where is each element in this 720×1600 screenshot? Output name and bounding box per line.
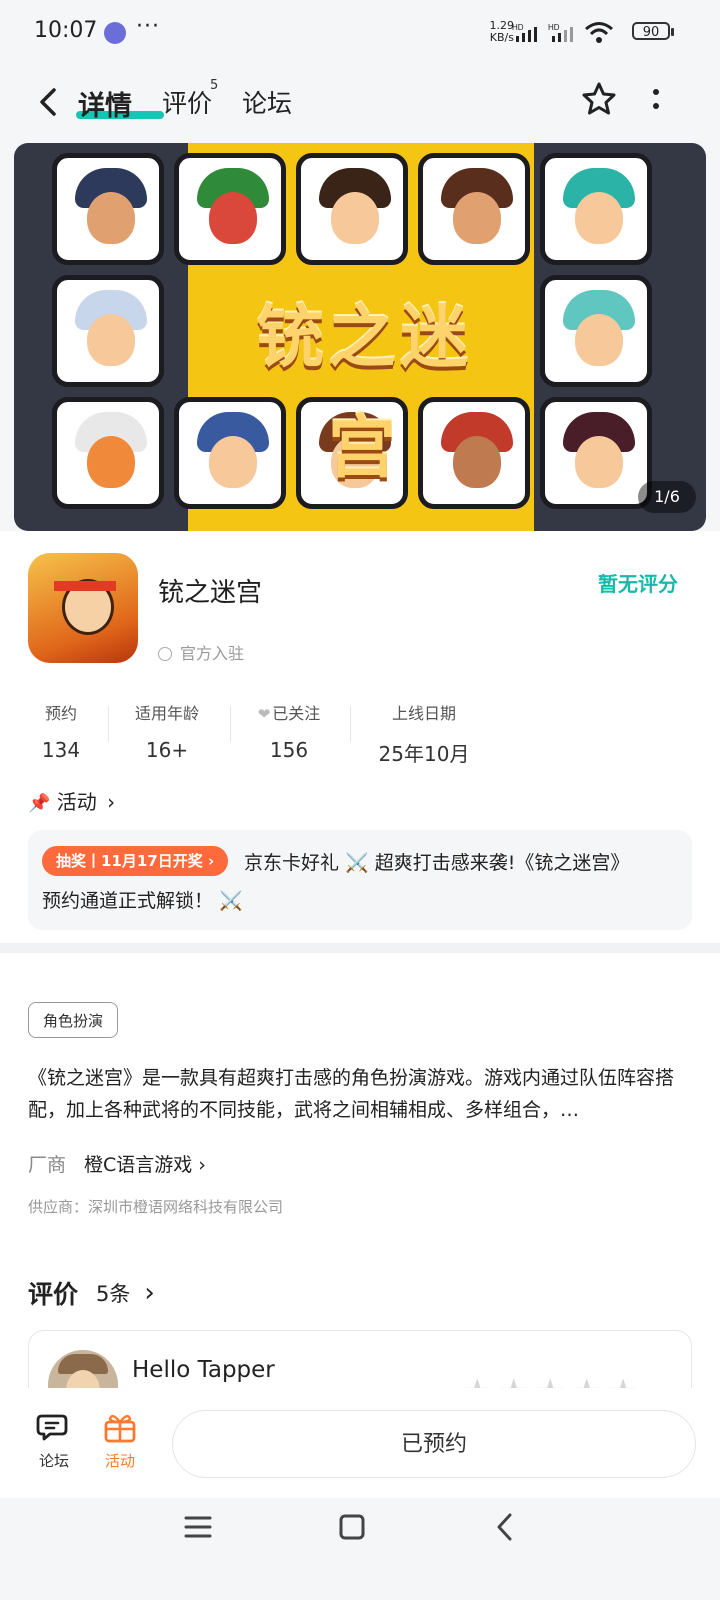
- stat-reservations: 预约 134: [6, 700, 116, 762]
- svg-text:HD: HD: [512, 23, 524, 32]
- chevron-right-icon: ›: [144, 1278, 155, 1308]
- reviews-count-link[interactable]: 5条 ›: [96, 1278, 155, 1308]
- stat-followers: ❤ 已关注 156: [234, 700, 344, 762]
- stat-value: 16+: [145, 738, 189, 762]
- hero-portrait: [540, 275, 652, 387]
- developer-link[interactable]: 厂商 橙C语言游戏 ›: [28, 1150, 206, 1177]
- game-description[interactable]: 《铳之迷宫》是一款具有超爽打击感的角色扮演游戏。游戏内通过队伍阵容搭配，加上各种…: [28, 1062, 694, 1126]
- hero-portrait: [174, 397, 286, 509]
- status-bar: 10:07 ··· 1.29 KB/s HD HD 90: [0, 0, 720, 66]
- activity-section-link[interactable]: 📌 活动 ›: [28, 786, 115, 815]
- rating-status: 暂无评分: [598, 572, 678, 596]
- network-speed-unit: KB/s: [489, 31, 514, 44]
- favorite-star-icon[interactable]: [580, 80, 618, 118]
- activity-label: 活动: [104, 1452, 135, 1470]
- more-options-icon[interactable]: [648, 84, 664, 116]
- section-gap: [0, 943, 720, 953]
- home-icon[interactable]: [338, 1513, 366, 1541]
- pin-icon: 📌: [28, 793, 51, 814]
- game-title-art: 铳之迷宫: [255, 298, 472, 488]
- check-circle-icon: [158, 647, 172, 661]
- hero-portrait: [296, 153, 408, 265]
- carousel-pager: 1/6: [638, 481, 696, 513]
- hero-portrait: [540, 397, 652, 509]
- signal-icon: HD: [512, 23, 537, 42]
- svg-text:HD: HD: [548, 23, 560, 32]
- network-speed: 1.29 KB/s: [482, 20, 515, 44]
- wifi-icon: [585, 22, 613, 43]
- stat-label: 适用年龄: [134, 704, 199, 723]
- activity-card[interactable]: [28, 830, 692, 930]
- hero-portrait: [418, 153, 530, 265]
- stat-value: 134: [41, 738, 81, 762]
- reviewer-name: Hello Tapper: [132, 1357, 275, 1383]
- developer-name: 橙C语言游戏: [84, 1154, 193, 1176]
- genre-tag[interactable]: 角色扮演: [28, 1002, 119, 1038]
- developer-label: 厂商: [28, 1154, 67, 1176]
- menu-icon[interactable]: [184, 1514, 212, 1540]
- system-back-icon[interactable]: [494, 1512, 516, 1542]
- supplier-info: 供应商：深圳市橙语网络科技有限公司: [28, 1198, 284, 1216]
- hero-portrait: [52, 153, 164, 265]
- battery-icon: 90: [632, 22, 674, 40]
- tab-reviews[interactable]: 评价: [162, 84, 212, 120]
- forum-icon: [36, 1414, 68, 1441]
- reviews-heading[interactable]: 评价: [28, 1275, 78, 1311]
- divider: [350, 706, 351, 742]
- tab-reviews-badge: 5: [210, 78, 219, 93]
- chevron-right-icon: ›: [198, 1154, 206, 1176]
- official-badge: 官方入驻: [158, 640, 244, 664]
- forum-button[interactable]: 论坛: [24, 1410, 84, 1471]
- screenshot-carousel[interactable]: 铳之迷宫 1/6: [14, 143, 706, 531]
- stat-value: 25年10月: [378, 742, 470, 766]
- hero-portrait: [540, 153, 652, 265]
- app-icon: [28, 553, 138, 663]
- reviews-count: 5条: [96, 1282, 131, 1306]
- official-label: 官方入驻: [180, 644, 245, 663]
- stat-age-rating: 适用年龄 16+: [112, 700, 222, 762]
- hero-portrait: [418, 397, 530, 509]
- stat-release-date: 上线日期 25年10月: [364, 700, 484, 767]
- activity-text-line1: 京东卡好礼 ⚔️ 超爽打击感来袭!《铳之迷宫》: [244, 852, 630, 874]
- back-icon[interactable]: [34, 84, 64, 120]
- hero-portrait: [52, 275, 164, 387]
- stat-label: 已关注: [272, 704, 321, 723]
- forum-label: 论坛: [38, 1452, 69, 1470]
- activity-heading: 活动: [56, 790, 97, 814]
- app-name: 铳之迷宫: [158, 578, 263, 608]
- hero-portrait: [52, 397, 164, 509]
- stat-label: 预约: [44, 704, 77, 723]
- stat-label: 上线日期: [391, 704, 456, 723]
- status-time: 10:07: [34, 18, 98, 43]
- chevron-right-icon: ›: [107, 790, 116, 814]
- app-notification-icon: [104, 22, 126, 44]
- lottery-tag[interactable]: 抽奖丨11月17日开奖 ›: [42, 846, 229, 876]
- hero-portrait: [174, 153, 286, 265]
- reserved-button[interactable]: 已预约: [172, 1410, 696, 1478]
- heart-icon: ❤: [257, 705, 271, 723]
- activity-text-line2: 预约通道正式解锁！ ⚔️: [42, 890, 243, 912]
- divider: [230, 706, 231, 742]
- signal-2-icon: HD: [548, 23, 573, 42]
- more-notifications-icon: ···: [136, 14, 160, 39]
- stat-value: 156: [269, 738, 309, 762]
- activity-button[interactable]: 活动: [90, 1410, 150, 1471]
- divider: [108, 706, 109, 742]
- gift-icon: [104, 1414, 136, 1443]
- tab-forum[interactable]: 论坛: [242, 84, 292, 120]
- tab-details[interactable]: 详情: [78, 84, 132, 123]
